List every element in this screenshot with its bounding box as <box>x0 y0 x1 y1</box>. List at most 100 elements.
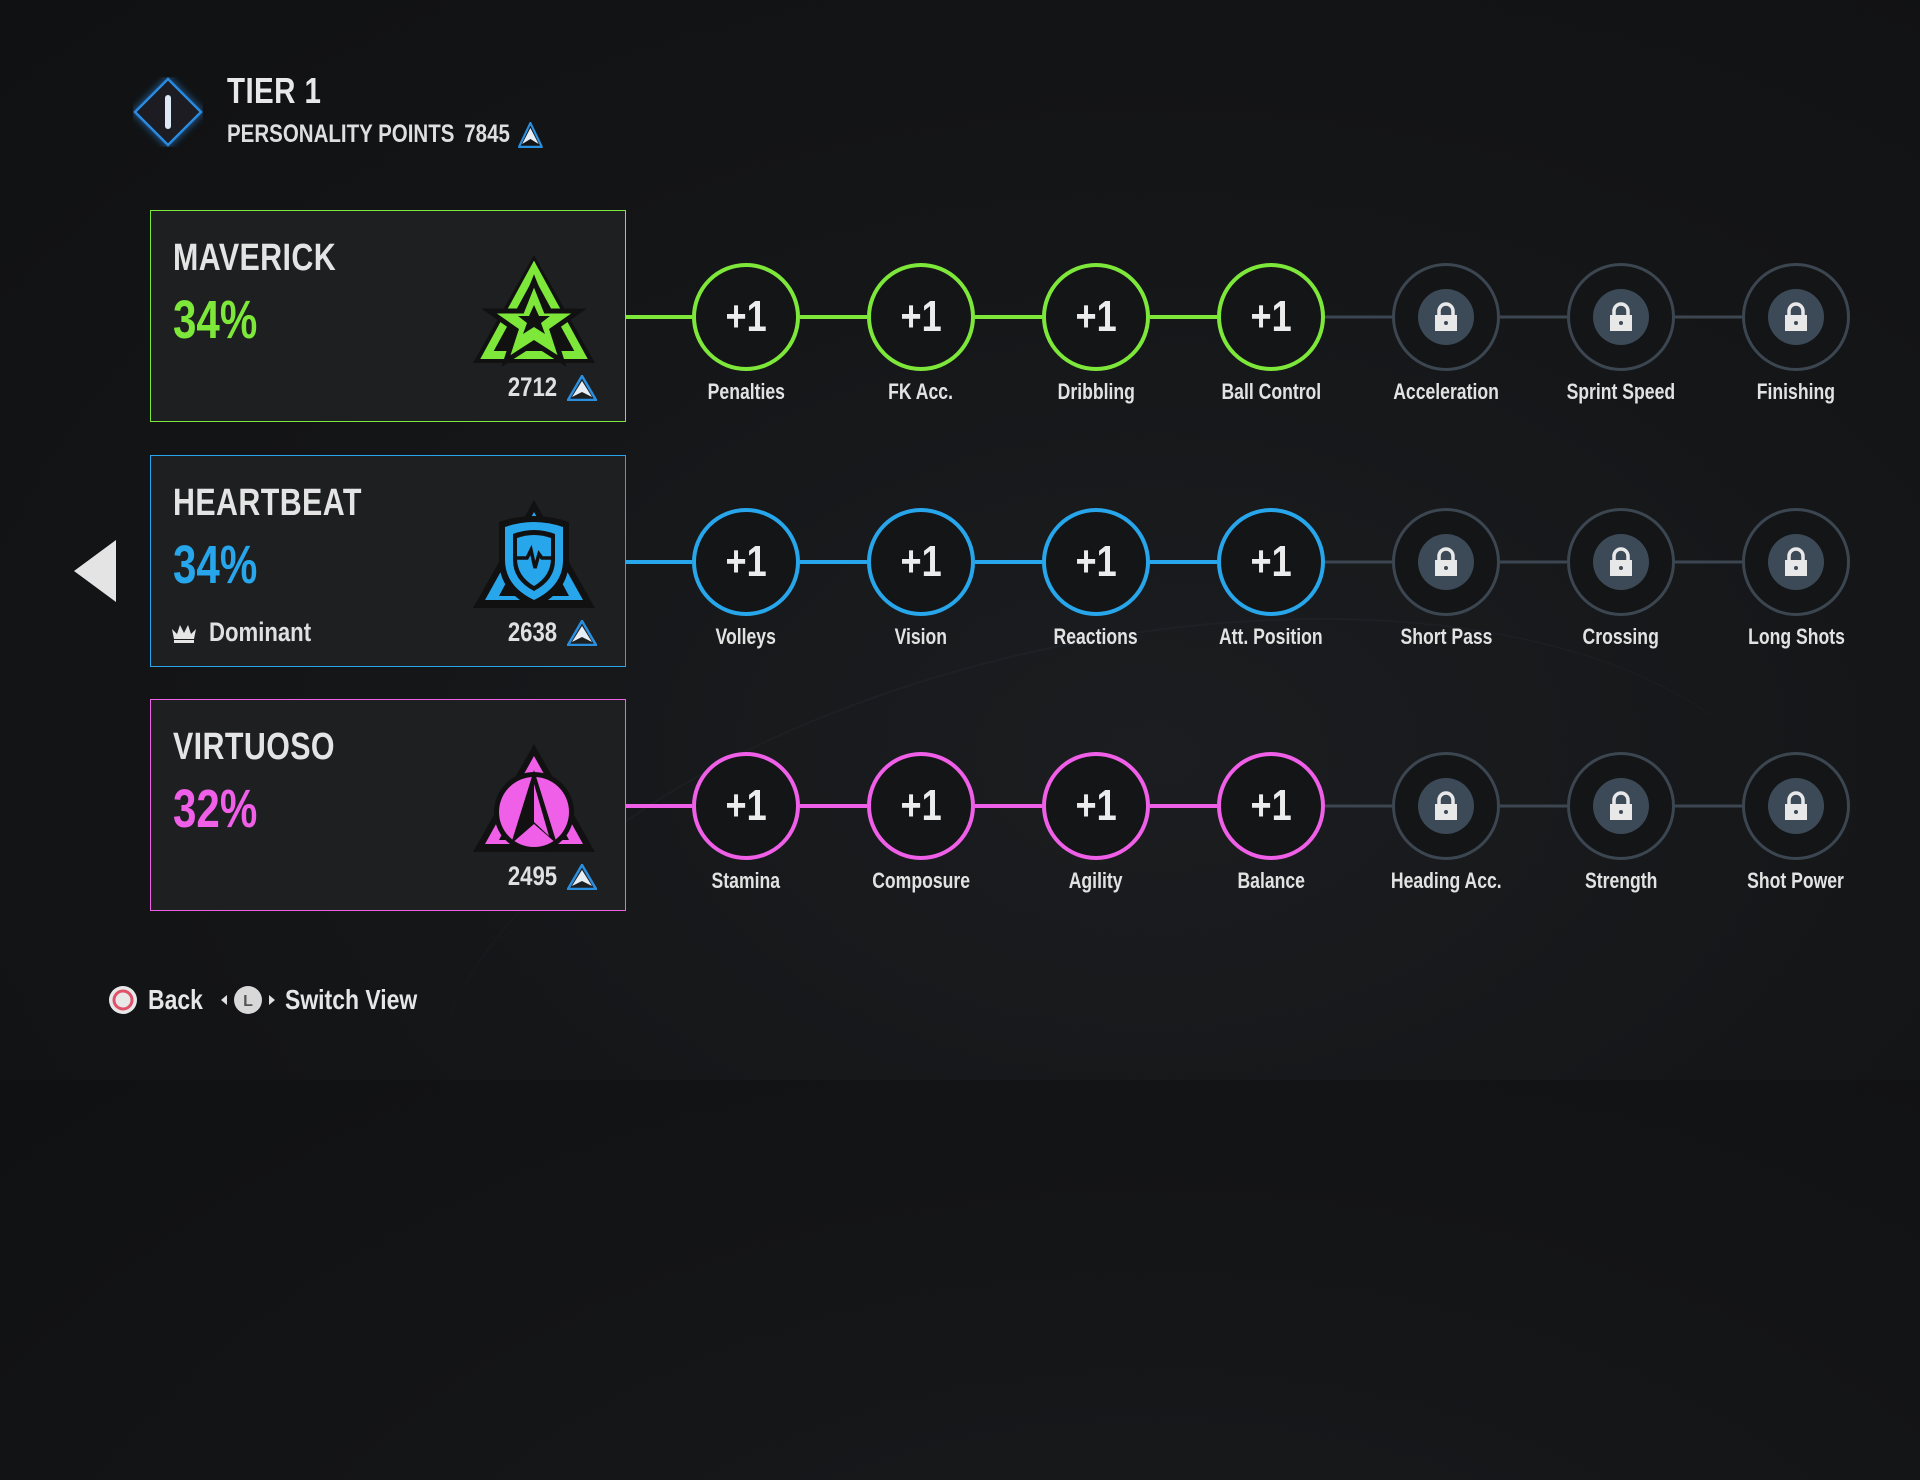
skill-node-unlocked[interactable]: +1 <box>1042 508 1150 616</box>
stick-glyph: L <box>243 993 253 1010</box>
skill-node-label-text: Vision <box>894 624 948 649</box>
skill-node-label-text: Volleys <box>715 624 777 649</box>
skill-node-value: +1 <box>1250 781 1292 830</box>
personality-points-value: 7845 <box>464 120 510 148</box>
skill-node-value: +1 <box>1075 292 1117 341</box>
archetype-card-heartbeat[interactable]: HEARTBEAT 34% Dominant 2638 <box>150 455 626 667</box>
skill-node-locked[interactable] <box>1567 508 1675 616</box>
archetype-percent: 34% <box>173 290 258 350</box>
badge-label: Dominant <box>209 617 312 647</box>
personality-triangle-icon <box>567 863 597 890</box>
skill-node-value: +1 <box>1250 292 1292 341</box>
skill-node-locked[interactable] <box>1742 263 1850 371</box>
skill-node-value: +1 <box>725 292 767 341</box>
personality-points-label: PERSONALITY POINTS <box>227 120 455 148</box>
skill-node-locked[interactable] <box>1567 263 1675 371</box>
personality-triangle-icon <box>518 121 543 148</box>
skill-node-label: Long Shots <box>1711 624 1881 650</box>
skill-node-label: Heading Acc. <box>1361 868 1531 894</box>
skill-node-unlocked[interactable]: +1 <box>692 752 800 860</box>
lock-icon <box>1435 547 1457 576</box>
skill-node-value: +1 <box>900 781 942 830</box>
skill-node-label-text: Composure <box>872 868 970 893</box>
lock-badge <box>1418 534 1474 590</box>
skill-node-value: +1 <box>900 292 942 341</box>
lock-badge <box>1593 778 1649 834</box>
skill-node-label-text: Finishing <box>1756 379 1836 404</box>
lock-icon <box>1610 302 1632 331</box>
skill-node-label: Att. Position <box>1186 624 1356 650</box>
back-label: Back <box>148 984 203 1015</box>
archetype-points-value: 2638 <box>507 617 557 647</box>
skill-node-unlocked[interactable]: +1 <box>692 263 800 371</box>
archetype-card-maverick[interactable]: MAVERICK 34% 2712 <box>150 210 626 422</box>
star-emblem-icon <box>473 255 595 367</box>
skill-node-label: Stamina <box>661 868 831 894</box>
skill-node-locked[interactable] <box>1742 508 1850 616</box>
lock-badge <box>1418 289 1474 345</box>
skill-node-unlocked[interactable]: +1 <box>1217 752 1325 860</box>
archetype-points: 2712 <box>497 372 597 403</box>
skill-node-unlocked[interactable]: +1 <box>1042 263 1150 371</box>
tier-title: TIER 1 <box>227 70 322 111</box>
lock-icon <box>1785 302 1807 331</box>
archetype-points: 2495 <box>497 861 597 892</box>
skill-row-maverick: +1 Penalties +1 FK Acc. +1 Dribbling +1 Ball… <box>626 237 1866 404</box>
archetype-name: HEARTBEAT <box>173 482 362 524</box>
skill-node-unlocked[interactable]: +1 <box>867 752 975 860</box>
skill-node-label-text: Penalties <box>707 379 785 404</box>
skill-node-locked[interactable] <box>1742 752 1850 860</box>
archetype-name: MAVERICK <box>173 237 337 279</box>
skill-node-unlocked[interactable]: +1 <box>867 508 975 616</box>
skill-node-value: +1 <box>900 537 942 586</box>
skill-node-label-text: Long Shots <box>1747 624 1845 649</box>
button-hints: Back L Switch View <box>108 984 446 1016</box>
personality-points: PERSONALITY POINTS 7845 <box>227 120 543 149</box>
skill-node-locked[interactable] <box>1392 508 1500 616</box>
lock-badge <box>1593 289 1649 345</box>
dominant-badge: Dominant <box>171 617 334 648</box>
skill-node-value: +1 <box>1075 781 1117 830</box>
skill-node-label: Reactions <box>1011 624 1181 650</box>
lock-badge <box>1418 778 1474 834</box>
skill-node-locked[interactable] <box>1392 752 1500 860</box>
left-arrow-icon[interactable] <box>74 540 116 602</box>
lock-icon <box>1610 791 1632 820</box>
skill-node-locked[interactable] <box>1392 263 1500 371</box>
lock-badge <box>1768 778 1824 834</box>
skill-node-label: FK Acc. <box>836 379 1006 405</box>
skill-node-value: +1 <box>725 781 767 830</box>
skill-node-label: Volleys <box>661 624 831 650</box>
skill-node-value: +1 <box>725 537 767 586</box>
skill-node-label: Acceleration <box>1361 379 1531 405</box>
skill-node-label: Strength <box>1536 868 1706 894</box>
skill-node-label-text: Strength <box>1584 868 1658 893</box>
lock-icon <box>1435 302 1457 331</box>
skill-node-label-text: Balance <box>1237 868 1305 893</box>
skill-node-unlocked[interactable]: +1 <box>1217 508 1325 616</box>
skill-node-label: Crossing <box>1536 624 1706 650</box>
back-button[interactable]: Back <box>108 984 215 1016</box>
skill-node-unlocked[interactable]: +1 <box>692 508 800 616</box>
skill-node-label: Vision <box>836 624 1006 650</box>
lock-icon <box>1785 791 1807 820</box>
skill-node-label: Agility <box>1011 868 1181 894</box>
skill-node-label-text: Shot Power <box>1747 868 1845 893</box>
lock-icon <box>1610 547 1632 576</box>
skill-node-locked[interactable] <box>1567 752 1675 860</box>
skill-node-label: Balance <box>1186 868 1356 894</box>
skill-node-unlocked[interactable]: +1 <box>1042 752 1150 860</box>
skill-node-label: Composure <box>836 868 1006 894</box>
circle-button-icon <box>109 986 137 1014</box>
skill-node-label-text: Heading Acc. <box>1390 868 1502 893</box>
archetype-percent: 34% <box>173 535 258 595</box>
skill-node-label-text: Reactions <box>1053 624 1139 649</box>
switch-view-button[interactable]: L Switch View <box>219 984 446 1016</box>
skill-node-unlocked[interactable]: +1 <box>1217 263 1325 371</box>
archetype-card-virtuoso[interactable]: VIRTUOSO 32% 2495 <box>150 699 626 911</box>
lock-badge <box>1593 534 1649 590</box>
skill-node-label-text: FK Acc. <box>888 379 954 404</box>
skill-node-label-text: Dribbling <box>1057 379 1135 404</box>
skill-node-unlocked[interactable]: +1 <box>867 263 975 371</box>
skill-node-label: Finishing <box>1711 379 1881 405</box>
